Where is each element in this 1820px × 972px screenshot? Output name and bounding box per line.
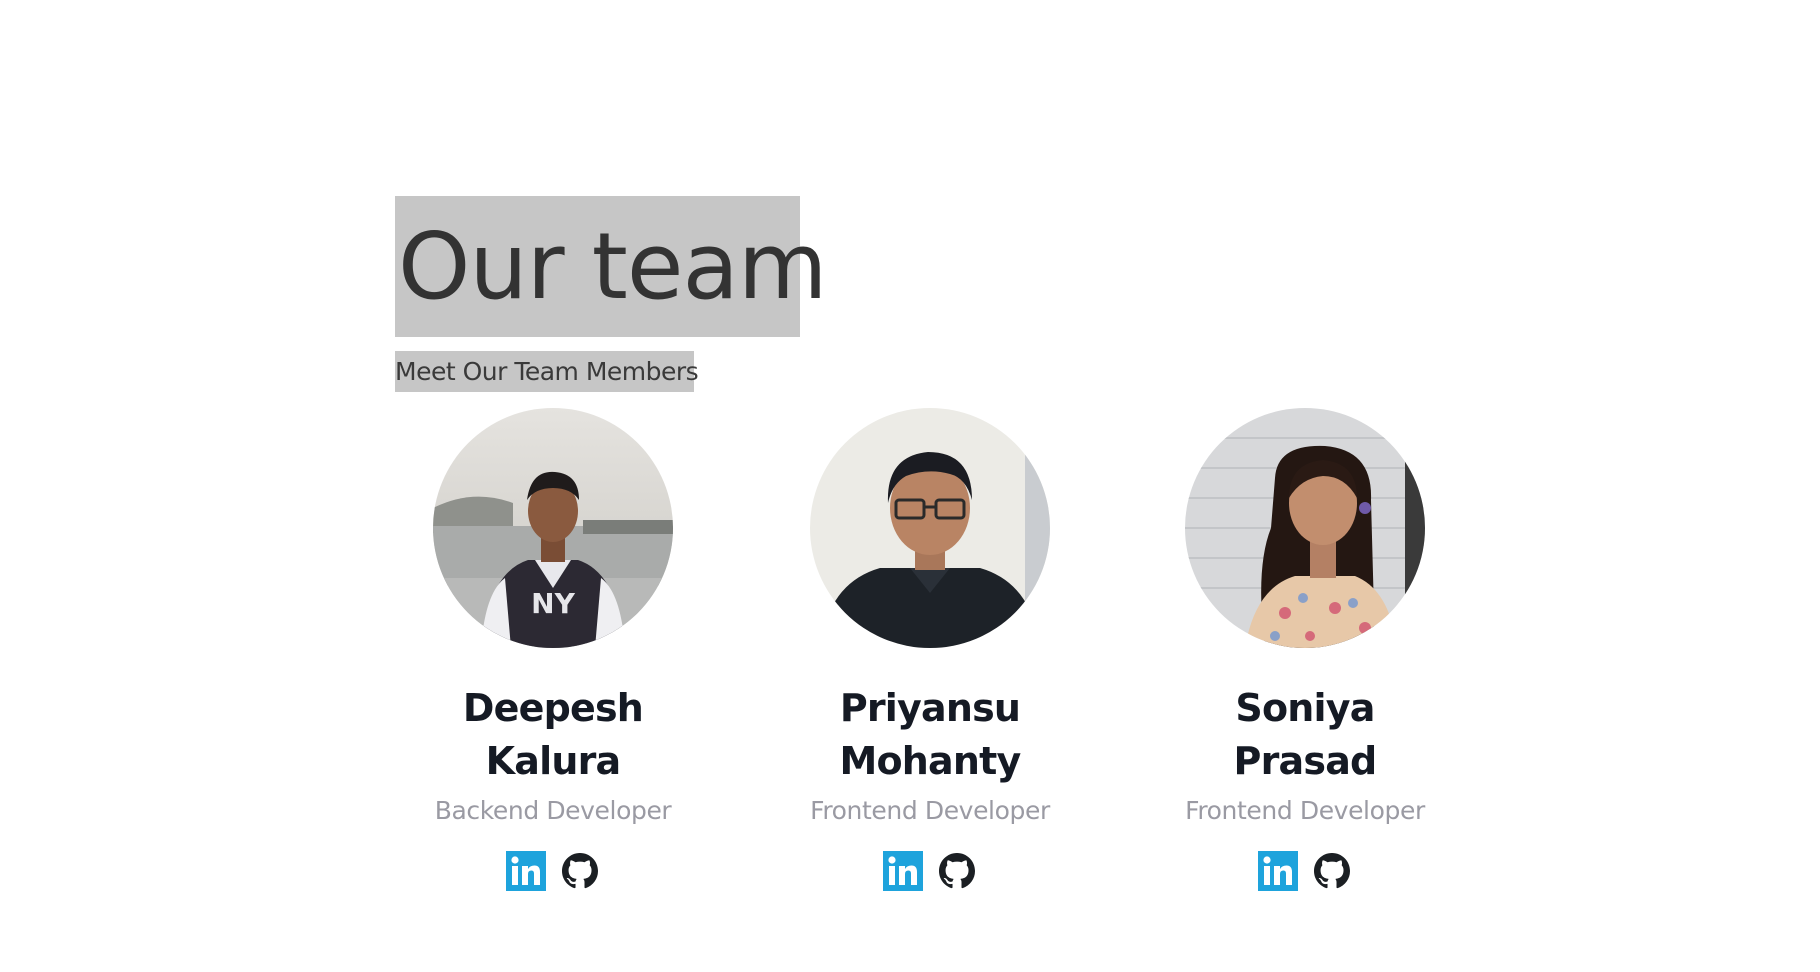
github-icon[interactable] [560, 851, 600, 891]
title-highlight: Our team [395, 196, 827, 337]
avatar: NY [433, 408, 673, 648]
member-role: Frontend Developer [1185, 796, 1425, 825]
avatar [810, 408, 1050, 648]
linkedin-icon[interactable] [1258, 851, 1298, 891]
team-member-card: NY Deepesh Kalura Backend Developer [393, 408, 713, 891]
member-name: Soniya Prasad [1233, 686, 1378, 783]
social-links [770, 851, 1090, 891]
team-member-card: Soniya Prasad Frontend Developer [1145, 408, 1465, 891]
team-member-card: Priyansu Mohanty Frontend Developer [770, 408, 1090, 891]
svg-text:NY: NY [531, 587, 575, 620]
team-page: Our team Meet Our Team Members NY Deepes… [0, 0, 1820, 972]
linkedin-icon[interactable] [883, 851, 923, 891]
github-icon[interactable] [937, 851, 977, 891]
linkedin-icon[interactable] [506, 851, 546, 891]
member-name: Deepesh Kalura [462, 686, 644, 783]
avatar [1185, 408, 1425, 648]
github-icon[interactable] [1312, 851, 1352, 891]
social-links [393, 851, 713, 891]
page-title: Our team [398, 212, 827, 320]
member-name: Priyansu Mohanty [839, 686, 1021, 783]
subtitle-highlight: Meet Our Team Members [395, 351, 699, 392]
member-role: Backend Developer [434, 796, 672, 825]
member-role: Frontend Developer [810, 796, 1050, 825]
page-subtitle: Meet Our Team Members [395, 357, 699, 386]
social-links [1145, 851, 1465, 891]
